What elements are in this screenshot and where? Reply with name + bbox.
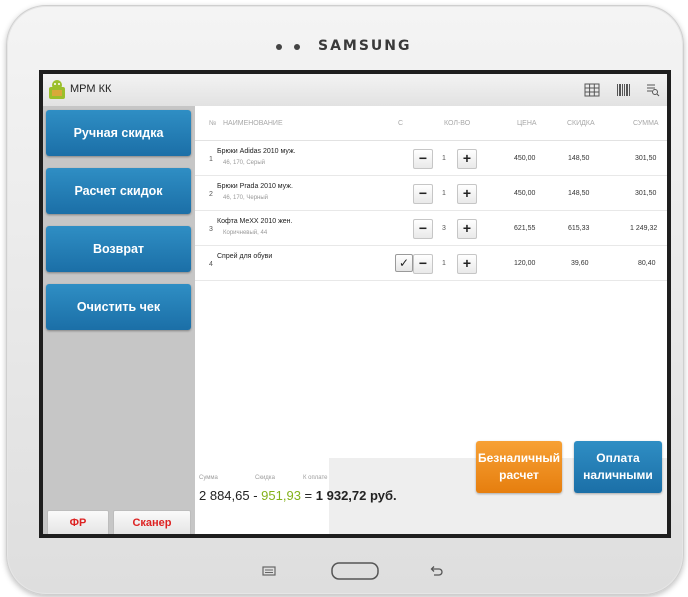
decrease-qty-button[interactable]: − — [413, 219, 433, 239]
decrease-qty-button[interactable]: − — [413, 184, 433, 204]
table-row[interactable]: 3 Кофта MeXX 2010 жен. Коричневый, 44 − … — [195, 210, 667, 246]
return-button[interactable]: Возврат — [46, 226, 191, 272]
row-price: 120,00 — [514, 260, 536, 267]
row-name: Брюки Prada 2010 муж. — [217, 183, 293, 190]
cashless-label-1: Безналичный — [477, 451, 561, 465]
receipt-search-icon[interactable] — [646, 82, 660, 98]
scanner-button[interactable]: Сканер — [113, 510, 191, 534]
home-button-icon[interactable] — [331, 562, 379, 580]
increase-qty-button[interactable]: + — [457, 254, 477, 274]
app-window: МРМ КК Ручная скидка Расчет скидок Возвр… — [43, 74, 667, 534]
row-name: Брюки Adidas 2010 муж. — [217, 148, 296, 155]
row-qty: 1 — [442, 260, 446, 267]
manual-discount-button[interactable]: Ручная скидка — [46, 110, 191, 156]
back-key-icon[interactable] — [429, 565, 443, 577]
cashless-payment-button[interactable]: Безналичный расчет — [476, 441, 562, 493]
col-c: С — [398, 120, 404, 127]
table-row[interactable]: 1 Брюки Adidas 2010 муж. 46, 170, Серый … — [195, 140, 667, 176]
camera-icon — [276, 44, 282, 50]
increase-qty-button[interactable]: + — [457, 149, 477, 169]
total-sum: 2 884,65 — [199, 488, 250, 503]
total-to-pay: 1 932,72 руб. — [315, 488, 397, 503]
row-sum: 1 249,32 — [630, 225, 658, 232]
hardware-navbar — [0, 562, 688, 582]
row-price: 450,00 — [514, 190, 536, 197]
table-row[interactable]: 4 Спрей для обуви ✓ − 1 + 120,00 39,60 8… — [195, 245, 667, 281]
cash-label-2: наличными — [583, 468, 653, 482]
row-attributes: 46, 170, Серый — [223, 160, 266, 166]
app-topbar: МРМ КК — [43, 74, 667, 107]
row-num: 3 — [209, 226, 213, 233]
sidebar-bottom-buttons: ФР Сканер — [43, 510, 195, 534]
totals-line: 2 884,65 - 951,93 = 1 932,72 руб. — [199, 488, 397, 503]
row-sum: 301,50 — [635, 155, 657, 162]
tablet-screen: МРМ КК Ручная скидка Расчет скидок Возвр… — [39, 70, 671, 538]
tablet-top-bezel: SAMSUNG — [0, 38, 688, 58]
row-discount: 148,50 — [568, 190, 590, 197]
sum-label: Сумма — [199, 475, 218, 481]
row-sum: 301,50 — [635, 190, 657, 197]
row-num: 1 — [209, 156, 213, 163]
table-header: № НАИМЕНОВАНИЕ С КОЛ-ВО ЦЕНА СКИДКА СУММ… — [195, 106, 667, 141]
decrease-qty-button[interactable]: − — [413, 149, 433, 169]
table-row[interactable]: 2 Брюки Prada 2010 муж. 46, 170, Черный … — [195, 175, 667, 211]
grid-icon[interactable] — [584, 82, 600, 98]
app-title: МРМ КК — [70, 83, 112, 95]
calculate-discounts-button[interactable]: Расчет скидок — [46, 168, 191, 214]
clear-receipt-button[interactable]: Очистить чек — [46, 284, 191, 330]
cash-payment-button[interactable]: Оплата наличными — [574, 441, 662, 493]
row-discount: 615,33 — [568, 225, 590, 232]
total-discount: 951,93 — [261, 488, 301, 503]
row-num: 4 — [209, 261, 213, 268]
menu-key-icon[interactable] — [262, 565, 276, 577]
row-qty: 1 — [442, 190, 446, 197]
row-price: 621,55 — [514, 225, 536, 232]
row-sum: 80,40 — [638, 260, 656, 267]
cashless-label-2: расчет — [499, 468, 539, 482]
row-attributes: 46, 170, Черный — [223, 195, 269, 201]
col-discount: СКИДКА — [567, 120, 595, 127]
app-logo-icon — [49, 80, 65, 99]
cash-label-1: Оплата — [596, 451, 640, 465]
row-name: Спрей для обуви — [217, 253, 273, 260]
minus-sign: - — [249, 488, 262, 503]
row-discount: 39,60 — [571, 260, 589, 267]
fr-button[interactable]: ФР — [47, 510, 109, 534]
row-name: Кофта MeXX 2010 жен. — [217, 218, 293, 225]
row-qty: 1 — [442, 155, 446, 162]
increase-qty-button[interactable]: + — [457, 184, 477, 204]
row-discount: 148,50 — [568, 155, 590, 162]
col-qty: КОЛ-ВО — [444, 120, 471, 127]
row-attributes: Коричневый, 44 — [223, 230, 268, 236]
row-price: 450,00 — [514, 155, 536, 162]
row-num: 2 — [209, 191, 213, 198]
increase-qty-button[interactable]: + — [457, 219, 477, 239]
discount-label: Скидка — [255, 475, 275, 481]
col-name: НАИМЕНОВАНИЕ — [223, 120, 283, 127]
device-brand: SAMSUNG — [318, 38, 412, 54]
row-checkbox[interactable]: ✓ — [395, 254, 413, 272]
sidebar: Ручная скидка Расчет скидок Возврат Очис… — [43, 106, 195, 534]
col-sum: СУММА — [633, 120, 659, 127]
equals-sign: = — [300, 488, 316, 503]
decrease-qty-button[interactable]: − — [413, 254, 433, 274]
col-price: ЦЕНА — [517, 120, 537, 127]
col-num: № — [209, 120, 217, 127]
row-qty: 3 — [442, 225, 446, 232]
sensor-icon — [294, 44, 300, 50]
topay-label: К оплате — [303, 475, 328, 481]
barcode-icon[interactable] — [616, 82, 632, 98]
